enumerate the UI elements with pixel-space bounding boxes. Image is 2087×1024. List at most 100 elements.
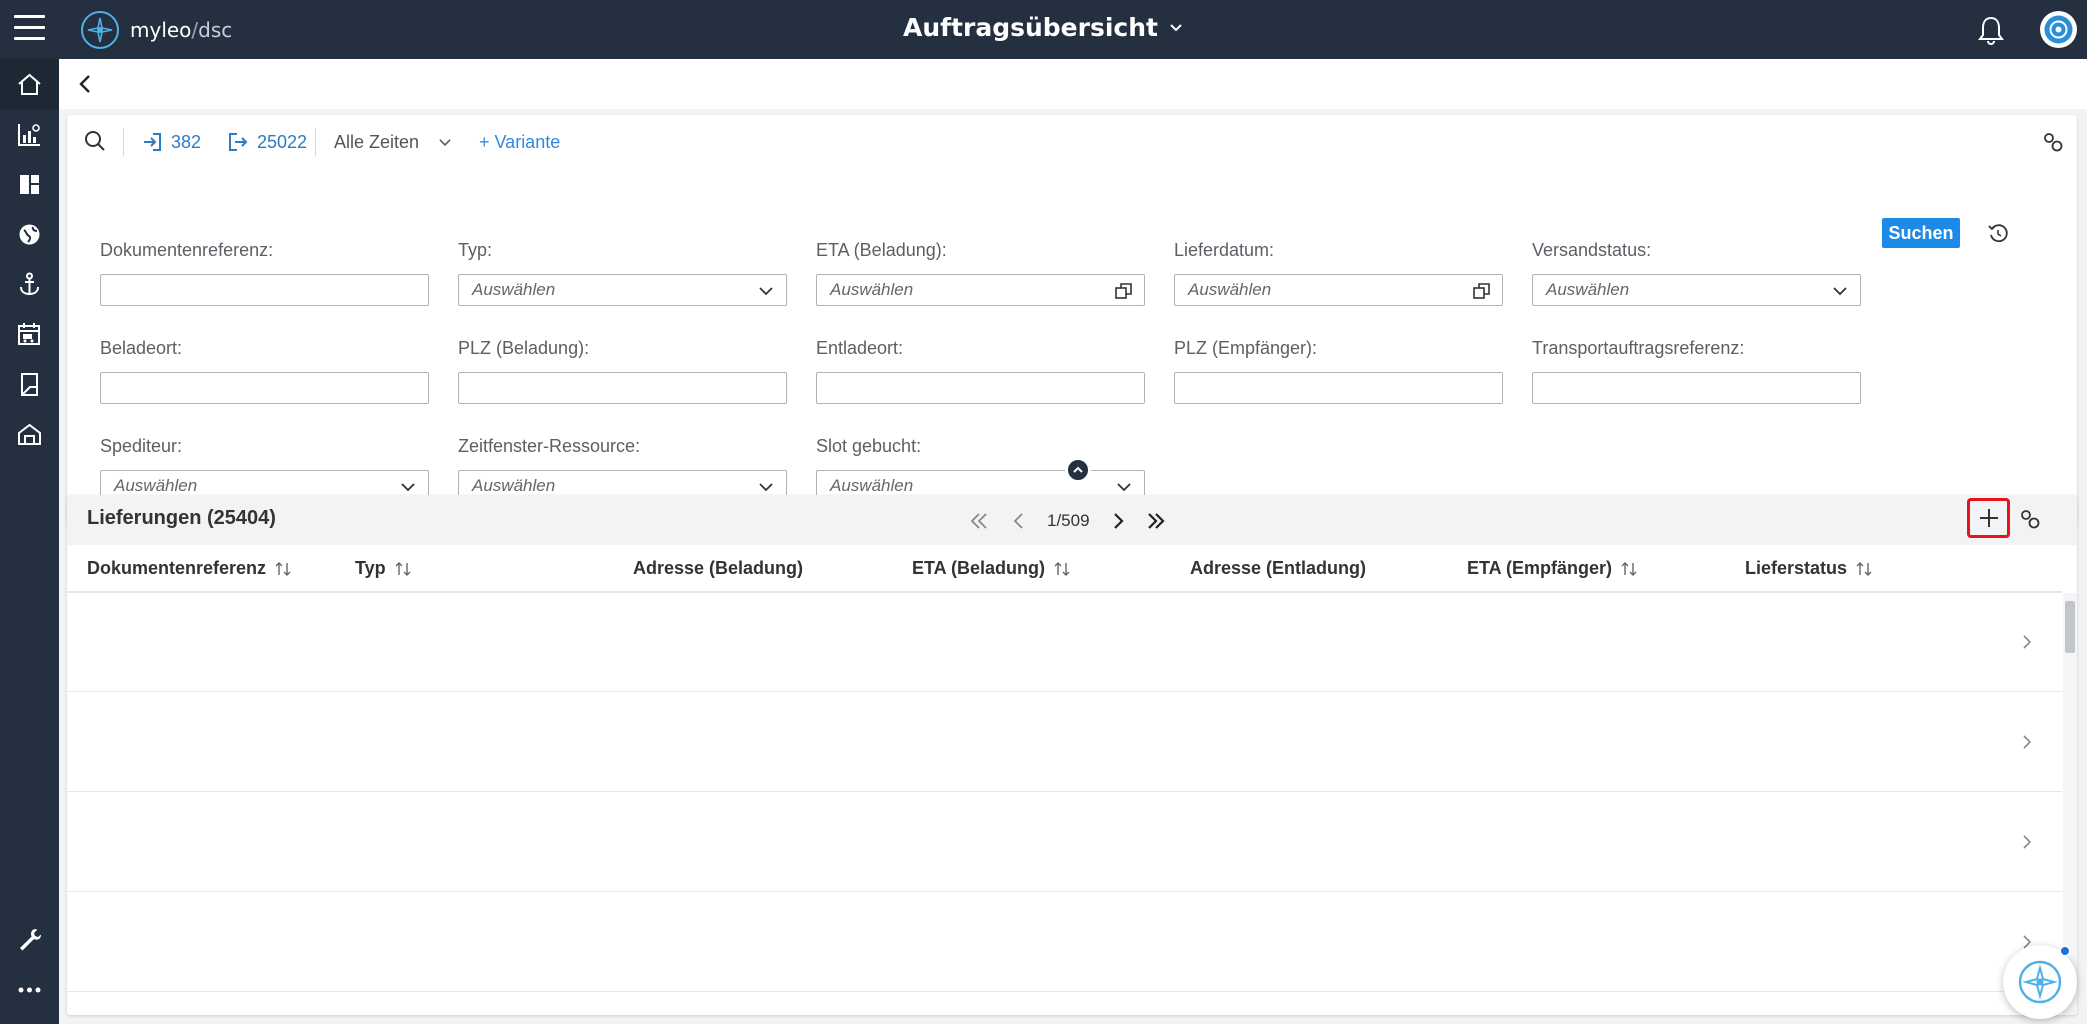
table-row[interactable] (67, 893, 2062, 992)
table-header: Dokumentenreferenz Typ Adresse (Beladung… (67, 545, 2062, 593)
sort-icon (275, 561, 291, 576)
sidebar-item-dashboard[interactable] (0, 159, 59, 209)
add-delivery-button[interactable] (1967, 498, 2010, 538)
user-avatar[interactable] (2040, 11, 2077, 48)
dashboard-icon (20, 174, 39, 194)
assistant-icon (2018, 960, 2062, 1004)
add-variant-button[interactable]: + Variante (479, 128, 560, 156)
filter-zeitfenster-ressource: Zeitfenster-Ressource: Auswählen (458, 434, 787, 502)
last-page-button[interactable] (1142, 507, 1170, 535)
chevron-right-icon (2023, 635, 2032, 649)
sidebar-item-transport[interactable] (0, 309, 59, 359)
sidebar-item-documents[interactable] (0, 359, 59, 409)
sort-icon (395, 561, 411, 576)
chevron-down-icon (1170, 23, 1182, 31)
chevron-down-icon (439, 139, 451, 146)
filter-spediteur: Spediteur: Auswählen (100, 434, 429, 502)
sort-icon (1856, 561, 1872, 576)
notification-dot (2059, 945, 2071, 957)
filter-transportauftragsreferenz: Transportauftragsreferenz: (1532, 336, 1861, 404)
dokumentenreferenz-input[interactable] (100, 274, 429, 306)
plus-icon (1979, 509, 1998, 527)
more-icon (18, 987, 41, 992)
filter-eta-beladung: ETA (Beladung): Auswählen (816, 238, 1145, 306)
column-header-eta-beladung[interactable]: ETA (Beladung) (912, 558, 1071, 579)
left-sidebar (0, 59, 59, 1024)
table-row[interactable] (67, 793, 2062, 892)
table-row[interactable] (67, 693, 2062, 792)
filter-lieferdatum: Lieferdatum: Auswählen (1174, 238, 1503, 306)
sort-icon (1054, 561, 1070, 576)
export-icon (229, 133, 248, 151)
chevron-right-icon (2023, 835, 2032, 849)
sidebar-item-more[interactable] (0, 964, 59, 1014)
list-title: Lieferungen (25404) (87, 507, 276, 529)
globe-icon (19, 224, 40, 244)
list-header: Lieferungen (25404) 1/509 (67, 495, 2077, 545)
filter-settings-icon[interactable] (2042, 131, 2064, 153)
assistant-chat-button[interactable] (2003, 945, 2077, 1019)
column-header-dokumentenreferenz[interactable]: Dokumentenreferenz (87, 558, 292, 579)
anchor-icon (20, 272, 39, 295)
double-chevron-right-icon (1147, 513, 1165, 529)
chevron-down-icon (1117, 483, 1131, 492)
column-header-lieferstatus[interactable]: Lieferstatus (1745, 558, 1873, 579)
toolbar-divider (123, 128, 124, 156)
transportauftragsreferenz-input[interactable] (1532, 372, 1861, 404)
double-chevron-left-icon (970, 513, 987, 529)
versandstatus-select[interactable]: Auswählen (1532, 274, 1861, 306)
chevron-down-icon (1833, 287, 1847, 296)
chart-icon (18, 123, 40, 146)
user-avatar-icon (2044, 15, 2073, 44)
lieferdatum-date-input[interactable]: Auswählen (1174, 274, 1503, 306)
import-icon (144, 133, 161, 151)
date-range-icon (1115, 283, 1132, 299)
filter-slot-gebucht: Slot gebucht: Auswählen (816, 434, 1145, 502)
sort-icon (1621, 561, 1637, 576)
beladeort-input[interactable] (100, 372, 429, 404)
first-page-button[interactable] (965, 507, 993, 535)
back-arrow-icon[interactable] (73, 71, 99, 97)
next-page-button[interactable] (1104, 507, 1132, 535)
reset-filters-icon[interactable] (1986, 221, 2010, 245)
toolbar-divider (315, 128, 316, 156)
filter-plz-empfaenger: PLZ (Empfänger): (1174, 336, 1503, 404)
chevron-up-icon (1073, 466, 1083, 473)
filter-plz-beladung: PLZ (Beladung): (458, 336, 787, 404)
filter-versandstatus: Versandstatus: Auswählen (1532, 238, 1861, 306)
column-header-adresse-entladung: Adresse (Entladung) (1190, 558, 1367, 578)
page-title-dropdown[interactable]: Auftragsübersicht (903, 13, 1184, 42)
table-row[interactable] (67, 593, 2062, 692)
plz-beladung-input[interactable] (458, 372, 787, 404)
entladeort-input[interactable] (816, 372, 1145, 404)
time-range-dropdown[interactable]: Alle Zeiten (334, 128, 453, 156)
eta-beladung-date-input[interactable]: Auswählen (816, 274, 1145, 306)
plz-empfaenger-input[interactable] (1174, 372, 1503, 404)
search-icon[interactable] (83, 129, 107, 153)
pagination: 1/509 (965, 507, 1170, 535)
wrench-icon (20, 928, 41, 950)
filter-beladeort: Beladeort: (100, 336, 429, 404)
notification-bell-icon[interactable] (1976, 14, 2006, 46)
sidebar-item-tools[interactable] (0, 914, 59, 964)
sidebar-item-ports[interactable] (0, 259, 59, 309)
list-settings-icon[interactable] (2019, 508, 2041, 530)
sidebar-item-warehouse[interactable] (0, 409, 59, 459)
scrollbar-thumb[interactable] (2065, 601, 2075, 653)
collapse-filters-button[interactable] (1065, 457, 1091, 483)
typ-select[interactable]: Auswählen (458, 274, 787, 306)
chevron-left-icon (1013, 513, 1023, 529)
sidebar-item-global[interactable] (0, 209, 59, 259)
column-header-eta-empfaenger[interactable]: ETA (Empfänger) (1467, 558, 1638, 579)
sidebar-item-reports[interactable] (0, 109, 59, 159)
home-icon (18, 73, 41, 95)
export-count-button[interactable]: 25022 (227, 128, 307, 156)
prev-page-button[interactable] (1005, 507, 1033, 535)
column-header-typ[interactable]: Typ (355, 558, 412, 579)
page-title: Auftragsübersicht (903, 13, 1158, 42)
filter-entladeort: Entladeort: (816, 336, 1145, 404)
date-range-icon (1473, 283, 1490, 299)
search-button[interactable]: Suchen (1882, 218, 1960, 248)
sidebar-item-home[interactable] (0, 59, 59, 109)
import-count-button[interactable]: 382 (141, 128, 201, 156)
